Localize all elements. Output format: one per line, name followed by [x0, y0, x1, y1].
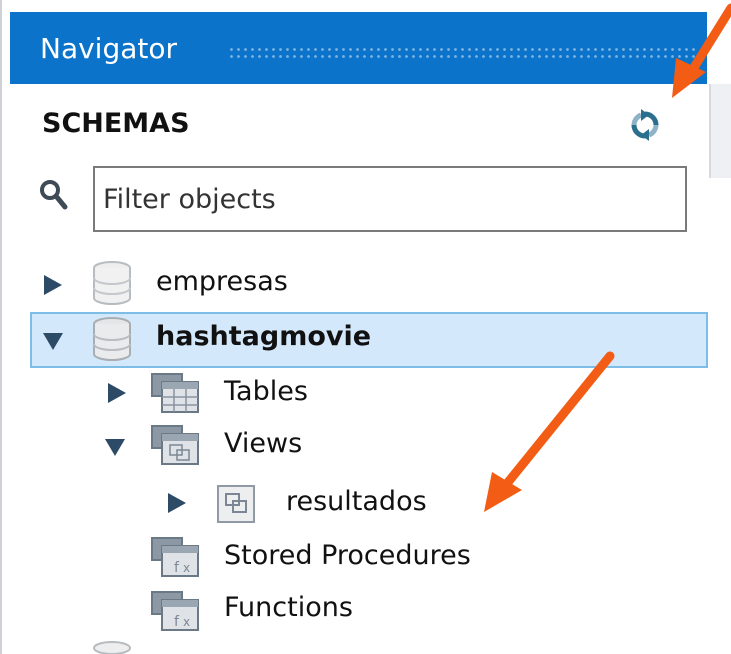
tree-item-label: resultados: [286, 486, 427, 517]
tree-item-label: Functions: [224, 592, 353, 623]
tree-item-label: hashtagmovie: [156, 321, 372, 352]
tables-folder-icon: [151, 373, 199, 413]
tree-item-views[interactable]: Views: [30, 420, 708, 474]
svg-text:x: x: [183, 561, 190, 575]
functions-folder-icon: f x: [151, 591, 199, 631]
tree-item-partial[interactable]: [30, 638, 708, 654]
navigator-panel: Navigator SCHEMAS empresas: [0, 0, 709, 654]
tree-item-resultados[interactable]: resultados: [30, 476, 708, 530]
schemas-section-label: SCHEMAS: [42, 108, 190, 139]
tree-item-label: Views: [224, 428, 303, 459]
tree-item-empresas[interactable]: empresas: [30, 258, 708, 312]
views-folder-icon: [151, 425, 199, 465]
editor-edge: [709, 0, 731, 654]
tree-item-label: Tables: [224, 376, 308, 407]
tree-item-hashtagmovie[interactable]: hashtagmovie: [30, 312, 708, 368]
tree-item-stored-procedures[interactable]: f x Stored Procedures: [30, 530, 708, 584]
title-bar-grip[interactable]: [228, 46, 695, 60]
filter-objects-input[interactable]: [93, 166, 687, 232]
expand-arrow-icon[interactable]: [166, 492, 188, 514]
stored-procedures-folder-icon: f x: [151, 537, 199, 577]
navigator-title: Navigator: [40, 32, 178, 65]
collapse-arrow-icon[interactable]: [42, 330, 64, 352]
navigator-title-bar: Navigator: [10, 12, 707, 84]
refresh-icon[interactable]: [628, 108, 662, 142]
editor-tab-strip: [709, 84, 731, 178]
collapse-arrow-icon[interactable]: [104, 436, 126, 458]
search-icon: [40, 180, 68, 210]
database-icon: [93, 317, 131, 361]
svg-text:x: x: [183, 615, 190, 629]
expand-arrow-icon[interactable]: [42, 274, 64, 296]
database-icon: [93, 641, 131, 654]
expand-arrow-icon[interactable]: [106, 382, 128, 404]
tree-item-tables[interactable]: Tables: [30, 366, 708, 420]
tree-item-label: empresas: [156, 266, 288, 297]
tree-item-label: Stored Procedures: [224, 540, 471, 571]
view-icon: [217, 485, 255, 523]
tree-item-functions[interactable]: f x Functions: [30, 584, 708, 638]
database-icon: [93, 261, 131, 305]
